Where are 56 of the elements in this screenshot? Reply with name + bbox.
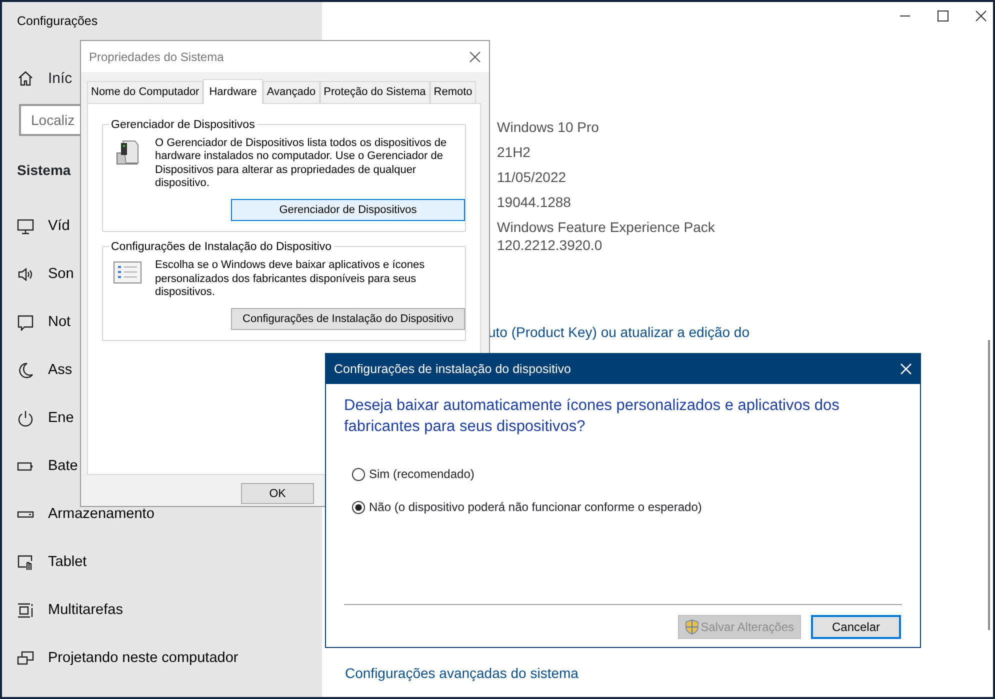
detail-value: Windows Feature Experience Pack 120.2212.3920.0 <box>497 218 716 254</box>
dialog-title: Propriedades do Sistema <box>89 48 224 66</box>
radio-button[interactable] <box>352 468 365 480</box>
sidebar-item[interactable]: Ass <box>48 360 72 382</box>
projecting-icon <box>17 650 34 668</box>
shield-icon <box>684 619 699 635</box>
monitor-icon <box>17 218 34 236</box>
detail-value: Windows 10 Pro <box>497 118 600 136</box>
close-icon <box>469 50 481 62</box>
maximize-button[interactable] <box>937 10 949 22</box>
cancel-button[interactable]: Cancelar <box>811 615 901 639</box>
option-label[interactable]: Sim (recomendado) <box>369 465 474 483</box>
sidebar-item[interactable]: Son <box>48 264 74 286</box>
description: O Gerenciador de Dispositivos lista todos os dispositivos de hardware instalados no computador. Use o Gerenciador de Dispositivos para alterar as propriedades de qualquer dispositivo. <box>155 136 448 190</box>
tab[interactable]: Avançado <box>262 81 320 102</box>
power-icon <box>17 410 34 428</box>
window-title: Configurações <box>17 13 99 30</box>
device-button[interactable]: Gerenciador de Dispositivos <box>231 198 465 221</box>
ok-button[interactable]: OK <box>241 482 314 504</box>
device-button[interactable]: Configurações de Instalação do Dispositivo <box>231 308 465 330</box>
sidebar-item[interactable]: Víd <box>48 216 70 238</box>
multitasking-icon <box>17 602 34 620</box>
moon-icon <box>17 362 34 380</box>
speaker-icon <box>17 266 34 284</box>
detail-value: 21H2 <box>497 143 532 161</box>
scrollbar[interactable] <box>988 340 990 630</box>
close-button[interactable] <box>469 50 481 62</box>
home-icon <box>17 70 34 88</box>
sidebar-item[interactable]: Multitarefas <box>48 600 123 622</box>
tab[interactable]: Nome do Computador <box>87 81 204 102</box>
maximize-icon <box>937 10 949 22</box>
sidebar-item[interactable]: Not <box>48 312 71 334</box>
message-icon <box>17 314 34 332</box>
detail-value: 19044.1288 <box>497 193 572 211</box>
tab[interactable]: Hardware <box>203 79 263 104</box>
tab[interactable]: Proteção do Sistema <box>320 81 430 102</box>
advanced-settings-link[interactable]: Configurações avançadas do sistema <box>345 663 578 684</box>
sidebar-item[interactable]: Ene <box>48 408 74 430</box>
close-button[interactable] <box>975 10 987 22</box>
tab[interactable]: Remoto <box>430 81 476 102</box>
sidebar-item[interactable]: Tablet <box>48 552 87 574</box>
sidebar-item[interactable]: Iníc <box>48 68 72 90</box>
tablet-touch-icon <box>17 554 34 572</box>
detail-value: 11/05/2022 <box>497 168 568 186</box>
section-heading: Sistema <box>17 160 71 180</box>
description: Escolha se o Windows deve baixar aplicativos e ícones personalizados dos fabricantes disponíveis para seus dispositivos. <box>155 259 426 300</box>
close-icon <box>975 10 987 22</box>
dialog-title: Configurações de instalação do dispositivo <box>334 360 571 378</box>
checklist-icon <box>113 259 143 285</box>
radio-button[interactable] <box>352 500 365 514</box>
sidebar-item[interactable]: Armazenamento <box>48 504 154 526</box>
close-icon <box>900 363 912 375</box>
option-label[interactable]: Não (o dispositivo poderá não funcionar conforme o esperado) <box>369 498 702 516</box>
sidebar-item[interactable]: Bate <box>48 456 78 478</box>
sidebar-item[interactable]: Projetando neste computador <box>48 648 238 670</box>
question: Deseja baixar automaticamente ícones personalizados e aplicativos dos fabricantes para seus dispositivos? <box>344 396 840 437</box>
